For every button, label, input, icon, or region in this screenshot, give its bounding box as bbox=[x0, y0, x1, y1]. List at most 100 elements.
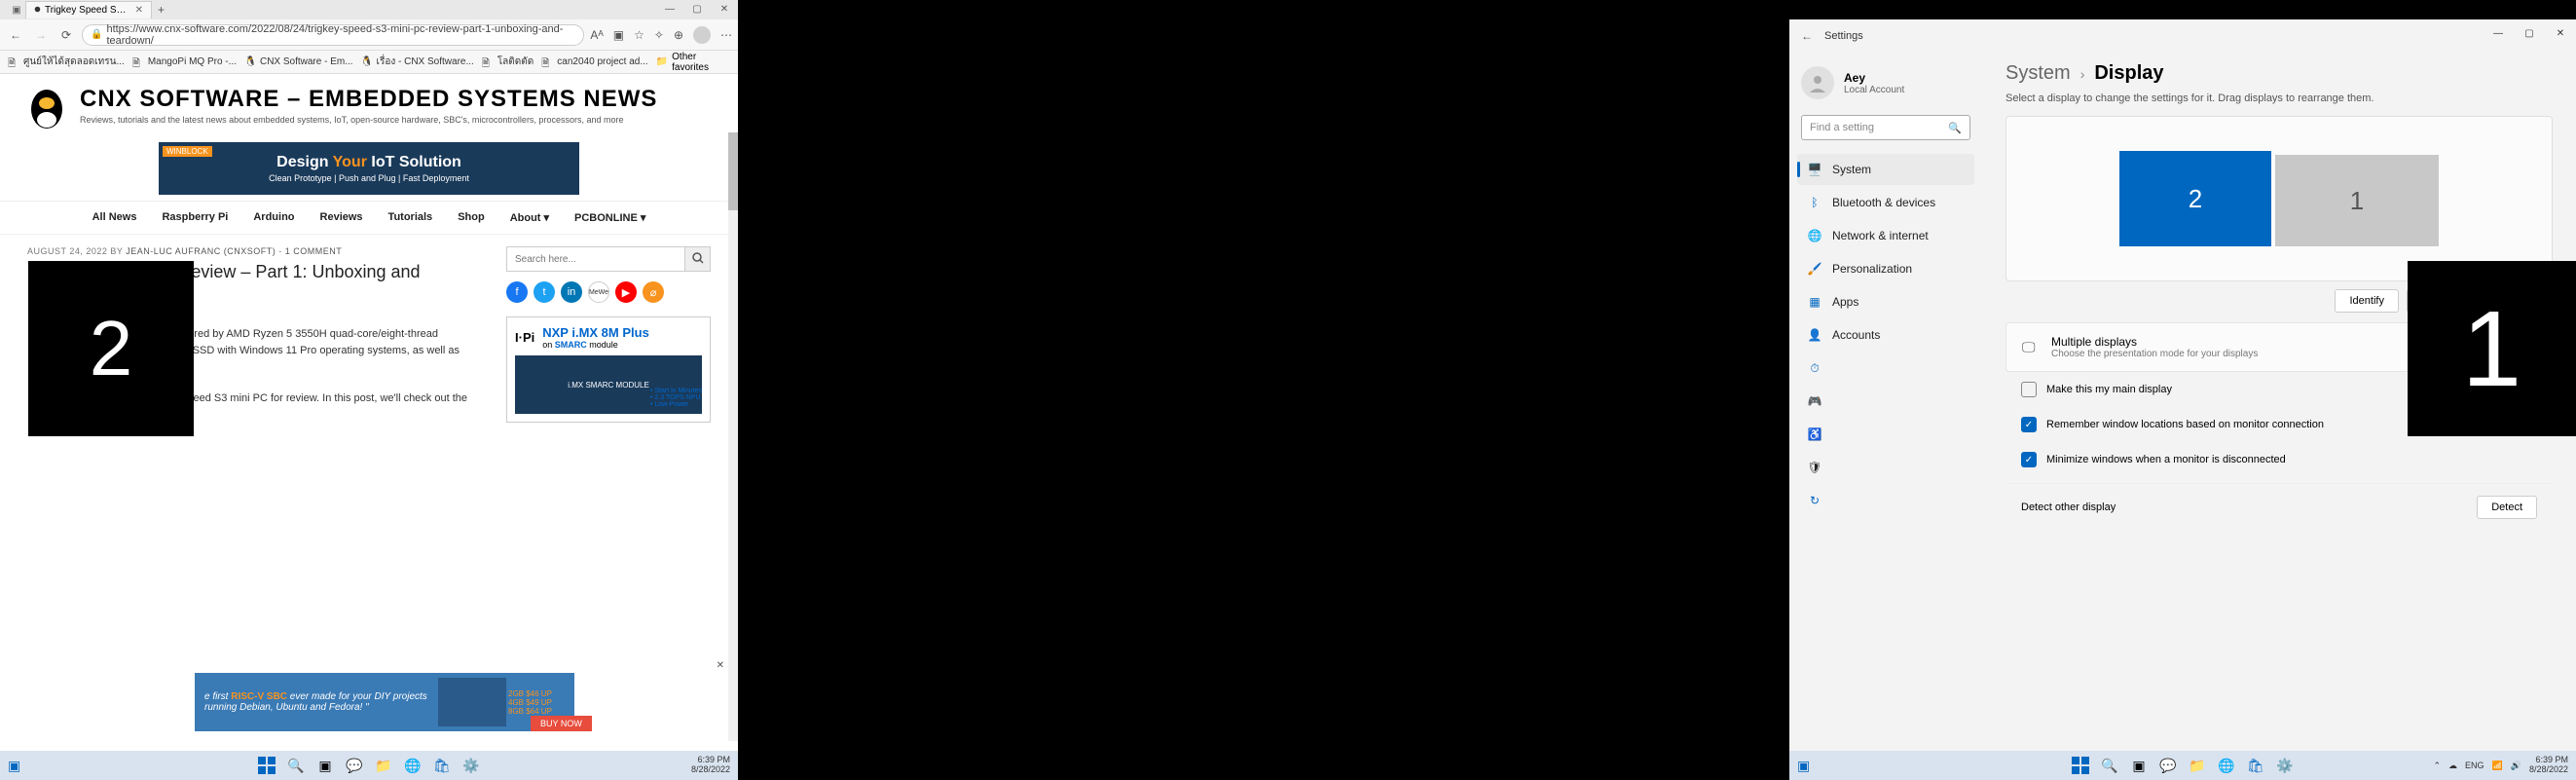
back-button[interactable]: ← bbox=[1801, 29, 1813, 43]
nav-refresh-button[interactable]: ⟳ bbox=[56, 25, 76, 45]
chat-button[interactable]: 💬 bbox=[2157, 755, 2179, 776]
clock[interactable]: 6:39 PM 8/28/2022 bbox=[2529, 756, 2568, 775]
buy-now-button[interactable]: BUY NOW bbox=[531, 716, 592, 731]
comments-link[interactable]: 1 COMMENT bbox=[285, 246, 343, 256]
read-aloud-icon[interactable]: Aᴬ bbox=[590, 28, 603, 42]
nav-back-button[interactable]: ← bbox=[6, 25, 25, 45]
nav-link[interactable]: About ▾ bbox=[510, 211, 549, 224]
widgets-button[interactable]: ▣ bbox=[8, 758, 20, 774]
chat-button[interactable]: 💬 bbox=[344, 755, 365, 776]
settings-button[interactable]: ⚙️ bbox=[460, 755, 482, 776]
nav-link[interactable]: Shop bbox=[458, 211, 485, 224]
nav-link[interactable]: Tutorials bbox=[388, 211, 433, 224]
start-button[interactable] bbox=[2070, 755, 2091, 776]
clock[interactable]: 6:39 PM 8/28/2022 bbox=[691, 756, 730, 775]
breadcrumb-parent[interactable]: System bbox=[2006, 62, 2071, 85]
window-close-button[interactable]: ✕ bbox=[2545, 19, 2576, 47]
search-button[interactable]: 🔍 bbox=[285, 755, 307, 776]
mewe-icon[interactable]: MeWe bbox=[588, 281, 609, 303]
taskview-button[interactable]: ▣ bbox=[2128, 755, 2150, 776]
explorer-button[interactable]: 📁 bbox=[373, 755, 394, 776]
bookmark-item[interactable]: 🗎ศูนย์ให้ได้สุดลอดเทรน... bbox=[8, 55, 125, 69]
nav-link[interactable]: Reviews bbox=[320, 211, 363, 224]
facebook-icon[interactable]: f bbox=[506, 281, 528, 303]
favorite-icon[interactable]: ☆ bbox=[634, 28, 644, 42]
window-close-button[interactable]: ✕ bbox=[711, 0, 738, 18]
search-button[interactable] bbox=[684, 247, 710, 271]
window-maximize-button[interactable]: ▢ bbox=[683, 0, 711, 18]
nav-bluetooth[interactable]: ᛒBluetooth & devices bbox=[1797, 187, 1974, 218]
site-logo-icon[interactable] bbox=[27, 86, 66, 132]
ad-close-icon[interactable]: ✕ bbox=[717, 660, 724, 671]
window-maximize-button[interactable]: ▢ bbox=[2514, 19, 2545, 47]
nav-apps[interactable]: ▦Apps bbox=[1797, 286, 1974, 317]
nav-item[interactable]: ↻ bbox=[1797, 485, 1974, 516]
bookmark-item[interactable]: 🗎MangoPi MQ Pro -... bbox=[132, 56, 237, 68]
make-main-checkbox[interactable] bbox=[2021, 382, 2037, 397]
collections-icon[interactable]: ✧ bbox=[654, 28, 664, 42]
bookmark-item[interactable]: 🐧CNX Software - Em... bbox=[244, 56, 353, 68]
explorer-button[interactable]: 📁 bbox=[2187, 755, 2208, 776]
detect-button[interactable]: Detect bbox=[2477, 496, 2537, 519]
browser-tab[interactable]: Trigkey Speed S3 mini PC revie... ✕ bbox=[25, 1, 152, 19]
nav-system[interactable]: 🖥️System bbox=[1797, 154, 1974, 185]
extensions-icon[interactable]: ⊕ bbox=[674, 28, 683, 42]
window-minimize-button[interactable]: — bbox=[656, 0, 683, 18]
bookmark-item[interactable]: 🗎can2040 project ad... bbox=[541, 56, 647, 68]
window-minimize-button[interactable]: — bbox=[2483, 19, 2514, 47]
volume-icon[interactable]: 🔊 bbox=[2511, 761, 2521, 771]
start-button[interactable] bbox=[256, 755, 277, 776]
edge-button[interactable]: 🌐 bbox=[2216, 755, 2237, 776]
translate-icon[interactable]: ▣ bbox=[613, 28, 624, 42]
bookmark-item[interactable]: 🗎โลติดตัด bbox=[482, 55, 534, 69]
identify-button[interactable]: Identify bbox=[2335, 289, 2398, 313]
rss-icon[interactable]: ⌀ bbox=[643, 281, 664, 303]
banner-ad[interactable]: WINBLOCK Design Your IoT Solution Clean … bbox=[159, 142, 579, 195]
youtube-icon[interactable]: ▶ bbox=[615, 281, 637, 303]
nav-item[interactable]: ⏱ bbox=[1797, 353, 1974, 384]
nav-accounts[interactable]: 👤Accounts bbox=[1797, 319, 1974, 351]
author-link[interactable]: JEAN-LUC AUFRANC (CNXSOFT) bbox=[126, 246, 276, 256]
settings-button[interactable]: ⚙️ bbox=[2274, 755, 2296, 776]
network-icon[interactable]: 📶 bbox=[2492, 761, 2503, 771]
display-box-2[interactable]: 2 bbox=[2119, 151, 2271, 246]
nav-personalization[interactable]: 🖌️Personalization bbox=[1797, 253, 1974, 284]
linkedin-icon[interactable]: in bbox=[561, 281, 582, 303]
profile-avatar[interactable] bbox=[693, 26, 711, 44]
nav-link[interactable]: Raspberry Pi bbox=[162, 211, 228, 224]
display-box-1[interactable]: 1 bbox=[2275, 155, 2439, 246]
floating-ad[interactable]: e first RISC-V SBC ever made for your DI… bbox=[195, 673, 574, 731]
display-arrangement[interactable]: 2 1 bbox=[2006, 116, 2553, 281]
user-account-block[interactable]: Aey Local Account bbox=[1797, 60, 1974, 105]
nav-item[interactable]: ♿ bbox=[1797, 419, 1974, 450]
bookmark-item[interactable]: 🐧เรื่อง - CNX Software... bbox=[361, 55, 474, 69]
scrollbar[interactable] bbox=[728, 132, 738, 741]
onedrive-icon[interactable]: ☁ bbox=[2448, 761, 2457, 771]
minimize-disconnect-checkbox[interactable]: ✓ bbox=[2021, 452, 2037, 467]
nav-item[interactable]: 🎮 bbox=[1797, 386, 1974, 417]
nav-link[interactable]: PCBONLINE ▾ bbox=[574, 211, 645, 224]
tab-close-icon[interactable]: ✕ bbox=[135, 5, 143, 16]
search-button[interactable]: 🔍 bbox=[2099, 755, 2120, 776]
site-title[interactable]: CNX SOFTWARE – EMBEDDED SYSTEMS NEWS bbox=[80, 86, 711, 113]
tab-handle-icon[interactable]: ▣ bbox=[8, 5, 25, 16]
search-input[interactable] bbox=[507, 247, 684, 271]
scrollbar-thumb[interactable] bbox=[728, 132, 738, 210]
nav-network[interactable]: 🌐Network & internet bbox=[1797, 220, 1974, 251]
taskview-button[interactable]: ▣ bbox=[314, 755, 336, 776]
nav-item[interactable]: 🛡 bbox=[1797, 452, 1974, 483]
nav-link[interactable]: Arduino bbox=[253, 211, 294, 224]
new-tab-button[interactable]: + bbox=[152, 1, 170, 19]
url-bar[interactable]: 🔒 https://www.cnx-software.com/2022/08/2… bbox=[82, 24, 584, 46]
store-button[interactable]: 🛍 bbox=[431, 755, 453, 776]
sidebar-ad[interactable]: I·Pi NXP i.MX 8M Plus on SMARC module i.… bbox=[506, 316, 711, 423]
widgets-button[interactable]: ▣ bbox=[1797, 758, 1810, 774]
other-favorites-button[interactable]: 📁Other favorites bbox=[656, 52, 730, 73]
twitter-icon[interactable]: t bbox=[534, 281, 555, 303]
remember-locations-checkbox[interactable]: ✓ bbox=[2021, 417, 2037, 432]
store-button[interactable]: 🛍 bbox=[2245, 755, 2266, 776]
menu-icon[interactable]: ⋯ bbox=[720, 28, 732, 42]
nav-forward-button[interactable]: → bbox=[31, 25, 51, 45]
tray-chevron-icon[interactable]: ⌃ bbox=[2433, 761, 2441, 771]
nav-link[interactable]: All News bbox=[92, 211, 137, 224]
